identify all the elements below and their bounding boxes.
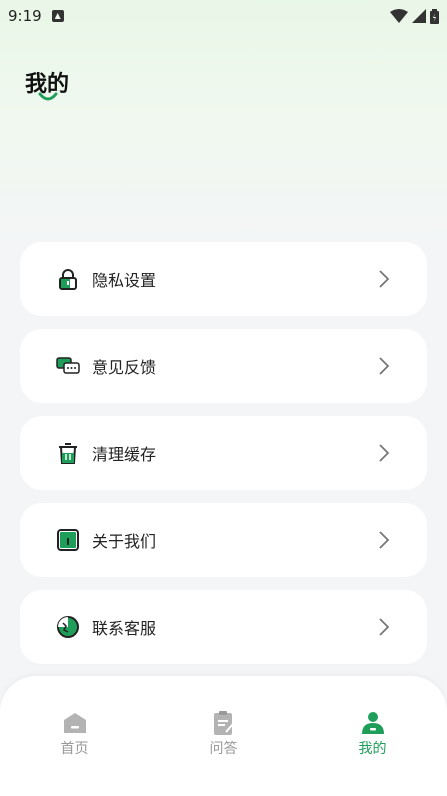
tab-label: 问答 bbox=[209, 741, 238, 757]
chevron-right-icon bbox=[379, 270, 390, 288]
chevron-right-icon bbox=[379, 444, 390, 462]
user-icon bbox=[361, 712, 384, 734]
info-card-icon bbox=[56, 528, 80, 552]
menu-item-label: 隐私设置 bbox=[92, 271, 157, 290]
menu-item-label: 意见反馈 bbox=[92, 358, 157, 377]
signal-icon bbox=[412, 9, 426, 23]
battery-icon bbox=[430, 8, 439, 24]
status-time: 9:19 bbox=[8, 7, 42, 25]
home-icon bbox=[63, 713, 86, 733]
status-bar: 9:19 bbox=[0, 0, 447, 32]
menu-item-label: 清理缓存 bbox=[92, 445, 157, 464]
menu-item-label: 联系客服 bbox=[92, 619, 157, 638]
chevron-right-icon bbox=[379, 618, 390, 636]
menu-item-clear-cache[interactable]: 清理缓存 bbox=[20, 416, 427, 490]
wifi-icon bbox=[390, 9, 408, 23]
menu-item-about[interactable]: 关于我们 bbox=[20, 503, 427, 577]
tab-home[interactable]: 首页 bbox=[0, 676, 149, 796]
tab-label: 我的 bbox=[358, 741, 387, 757]
settings-menu: 隐私设置 意见反馈 清理缓存 关于我们 联系客服 bbox=[20, 242, 427, 677]
menu-item-label: 关于我们 bbox=[92, 532, 157, 551]
menu-item-privacy[interactable]: 隐私设置 bbox=[20, 242, 427, 316]
smile-decoration-icon bbox=[38, 92, 58, 101]
trash-icon bbox=[56, 441, 80, 465]
tab-mine[interactable]: 我的 bbox=[298, 676, 447, 796]
menu-item-customer-service[interactable]: 联系客服 bbox=[20, 590, 427, 664]
lock-icon bbox=[56, 267, 80, 291]
clipboard-icon bbox=[213, 711, 234, 735]
tab-qa[interactable]: 问答 bbox=[149, 676, 298, 796]
chevron-right-icon bbox=[379, 357, 390, 375]
notification-icon bbox=[51, 10, 64, 22]
chat-bubbles-icon bbox=[56, 354, 80, 378]
headset-icon bbox=[56, 615, 80, 639]
chevron-right-icon bbox=[379, 531, 390, 549]
tab-label: 首页 bbox=[60, 741, 89, 757]
menu-item-feedback[interactable]: 意见反馈 bbox=[20, 329, 427, 403]
bottom-tab-bar: 首页 问答 我的 bbox=[0, 676, 447, 796]
header-background bbox=[0, 0, 447, 260]
